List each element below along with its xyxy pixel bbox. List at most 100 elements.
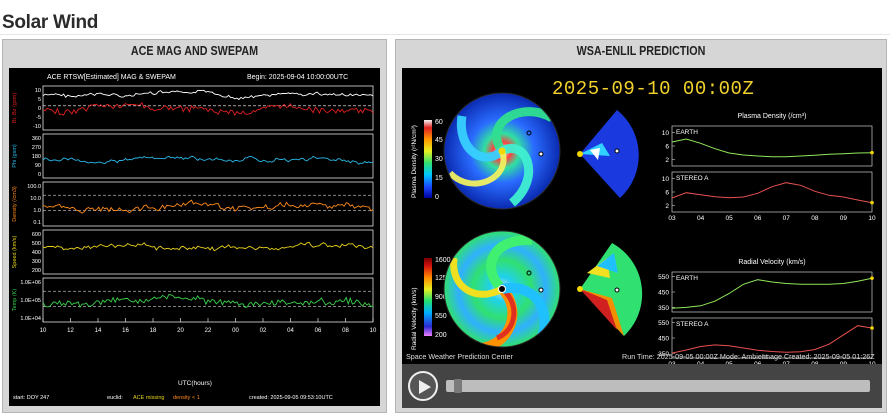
velocity-polar-map <box>443 230 561 348</box>
seek-slider-handle[interactable] <box>454 379 463 393</box>
enlil-animation-frame[interactable]: 2025-09-10 00:00Z Plasma Density (r²N/cm… <box>402 68 882 408</box>
ace-plot-image[interactable]: ACE RTSW[Estimated] MAG & SWEPAM Begin: … <box>9 68 380 406</box>
animation-seek-slider[interactable] <box>446 379 870 393</box>
ace-y-tick: -10 <box>33 124 41 130</box>
ts-series-line <box>671 138 873 158</box>
ts-x-tick: 09 <box>840 215 848 222</box>
ace-footer-left: start: DOY 247 <box>13 395 49 401</box>
ace-y-tick: 10.0 <box>30 196 41 202</box>
ace-x-tick: 06 <box>315 328 322 334</box>
ace-y-tick: 0.1 <box>33 220 41 226</box>
ace-series-line <box>42 101 374 117</box>
ts-x-tick: 03 <box>668 215 676 222</box>
ts-current-marker <box>870 276 874 280</box>
ts-y-tick: 6 <box>665 190 669 197</box>
ts-y-tick: 450 <box>658 290 669 297</box>
ace-y-tick: 200 <box>32 268 41 274</box>
velocity-cbar-tick: 1600 <box>435 257 451 264</box>
ts-y-tick: 350 <box>658 305 669 312</box>
velocity-colorbar <box>424 258 432 336</box>
ace-y-tick: 500 <box>32 241 41 247</box>
ace-x-tick: 04 <box>287 328 294 334</box>
ts-y-tick: 450 <box>658 336 669 343</box>
ace-x-tick: 12 <box>67 328 74 334</box>
ace-strip-frame <box>42 133 374 179</box>
ts-y-tick: 10 <box>662 130 670 137</box>
ace-x-tick: 02 <box>260 328 267 334</box>
density-cbar-label: Plasma Density (r²N/cm³) <box>411 125 418 198</box>
play-icon <box>419 380 431 394</box>
ts-panel-label: EARTH <box>676 275 698 282</box>
ace-y-tick: 10 <box>35 88 41 94</box>
ace-x-tick: 16 <box>122 328 129 334</box>
density-polar-map <box>443 92 561 210</box>
enlil-panel-title: WSA-ENLIL PREDICTION <box>576 44 706 58</box>
ace-x-tick: 10 <box>40 328 47 334</box>
ts-x-tick: 06 <box>754 215 762 222</box>
ace-plot: ACE RTSW[Estimated] MAG & SWEPAM Begin: … <box>12 74 377 401</box>
ace-strip-ylabel: Bt, Bz (gsm) <box>12 93 18 123</box>
ace-y-tick: 180 <box>32 154 41 160</box>
ace-x-tick: 00 <box>232 328 239 334</box>
ts-y-tick: 6 <box>665 144 669 151</box>
ace-y-tick: 0 <box>38 172 41 178</box>
ace-footer-mid: euclid: <box>107 395 123 401</box>
ace-y-tick: 5 <box>38 97 41 103</box>
velocity-meridional-wedge <box>577 243 643 336</box>
ace-panel-title: ACE MAG AND SWEPAM <box>130 44 259 58</box>
ace-x-tick: 14 <box>95 328 102 334</box>
ace-footer-missing: ACE missing <box>133 395 164 401</box>
ace-y-tick: -5 <box>36 115 41 121</box>
ts-current-marker <box>870 326 874 330</box>
play-button[interactable] <box>408 371 438 401</box>
ts-series-line <box>671 182 873 204</box>
ace-y-tick: 1.0E+04 <box>20 316 41 322</box>
ace-strip-frame <box>42 181 374 227</box>
ace-series-line <box>42 241 374 252</box>
ace-strip-ylabel: Temp (K) <box>12 289 18 311</box>
ts-panel-label: EARTH <box>676 129 698 136</box>
ace-y-tick: 400 <box>32 250 41 256</box>
density-cbar-tick: 45 <box>435 137 443 144</box>
ace-y-tick: 270 <box>32 145 41 151</box>
ts-title: Plasma Density (/cm³) <box>738 113 807 120</box>
ace-x-tick: 22 <box>205 328 212 334</box>
ace-series-line <box>42 199 374 214</box>
run-time-info: Run Time: 2025-09-05 00:00Z Mode: Ambien… <box>622 352 768 361</box>
ts-x-tick: 04 <box>697 215 705 222</box>
density-cbar-tick: 30 <box>435 156 443 163</box>
ace-y-tick: 100.0 <box>27 184 41 190</box>
ace-y-tick: 300 <box>32 259 41 265</box>
animation-player-bar <box>402 364 882 408</box>
ace-header-left: ACE RTSW[Estimated] MAG & SWEPAM <box>47 74 176 81</box>
ts-x-tick: 08 <box>811 215 819 222</box>
density-cbar-tick: 60 <box>435 119 443 126</box>
ts-y-tick: 2 <box>665 157 669 164</box>
ace-y-tick: 360 <box>32 136 41 142</box>
density-cbar-tick: 0 <box>435 194 439 201</box>
ace-strip-frame <box>42 229 374 275</box>
ts-panel-label: STEREO A <box>676 175 709 182</box>
ts-current-marker <box>870 200 874 205</box>
ts-panel-label: STEREO A <box>676 321 709 328</box>
ace-y-tick: 600 <box>32 232 41 238</box>
ts-x-tick: 10 <box>868 215 876 222</box>
enlil-panel: WSA-ENLIL PREDICTION 2025-09-10 00:00Z P… <box>395 39 887 413</box>
ace-header-right: Begin: 2025-09-04 10:00:00UTC <box>247 74 348 81</box>
image-created-info: Image Created: 2025-09-05 01:26Z <box>762 352 875 361</box>
ace-footer-density: density < 1 <box>173 395 200 401</box>
heading-divider <box>0 34 890 35</box>
ace-y-tick: 1.0E+06 <box>20 280 41 286</box>
ts-series-line <box>671 277 873 309</box>
ts-current-marker <box>870 150 874 155</box>
ace-footer-right: created: 2025-09-05 09:53:10UTC <box>249 395 333 401</box>
ts-y-tick: 550 <box>658 320 669 327</box>
ts-frame <box>671 125 873 167</box>
velocity-cbar-label: Radial Velocity (km/s) <box>411 288 418 351</box>
ace-y-tick: 0 <box>38 106 41 112</box>
ts-x-tick: 07 <box>783 215 791 222</box>
ace-x-tick: 08 <box>342 328 349 334</box>
ace-strip-frame <box>42 85 374 131</box>
ts-y-tick: 550 <box>658 274 669 281</box>
swpc-credit: Space Weather Prediction Center <box>406 352 513 361</box>
